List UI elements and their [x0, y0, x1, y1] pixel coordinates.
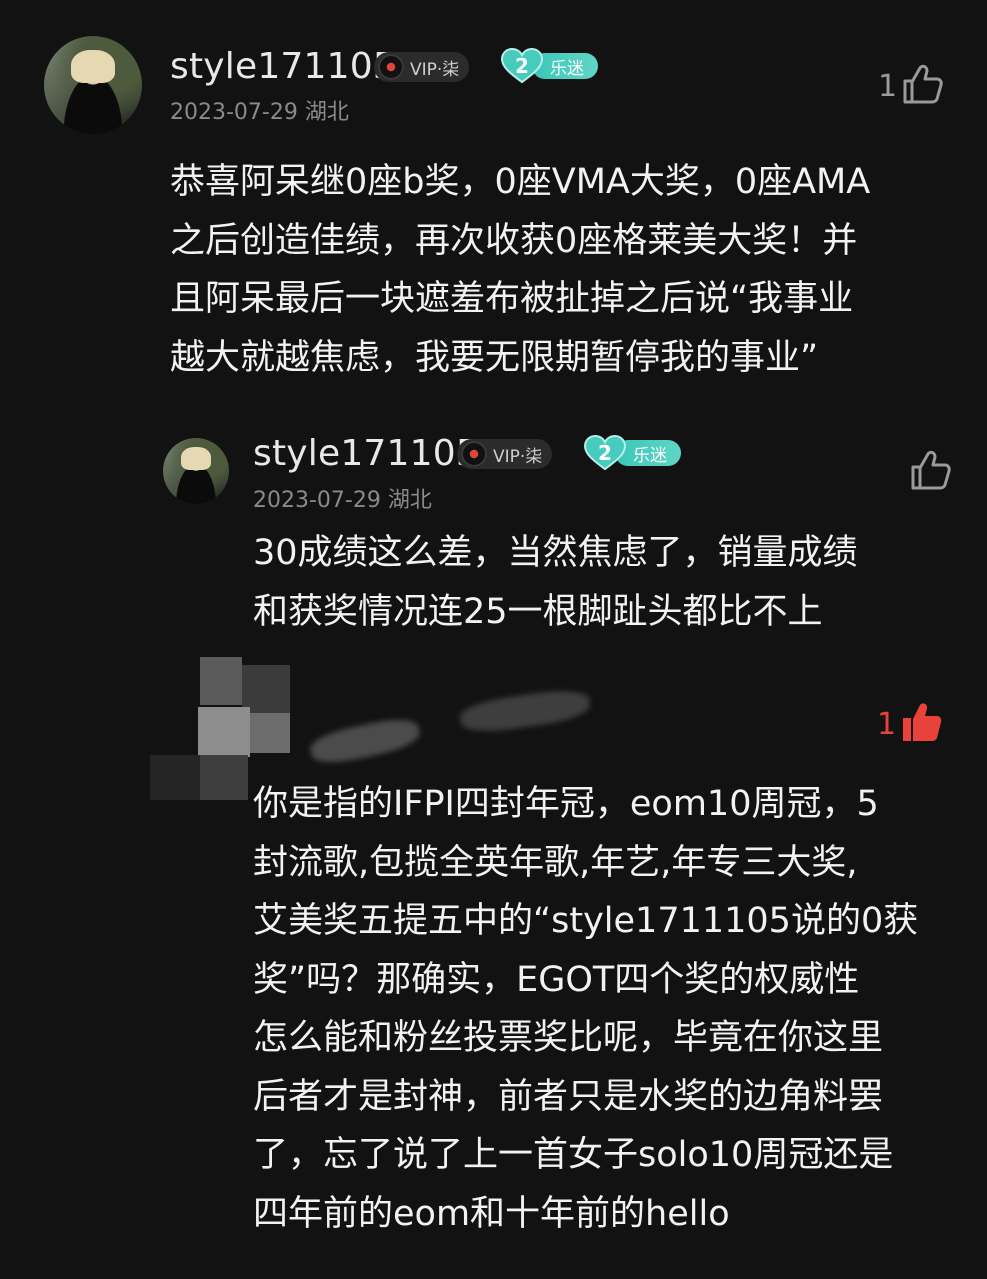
date-location: 2023-07-29 湖北 [170, 100, 349, 125]
comment-text: 恭喜阿呆继0座b奖，0座VMA大奖，0座AMA 之后创造佳绩，再次收获0座格莱美… [170, 153, 870, 387]
comment-line: 四年前的eom和十年前的hello [253, 1193, 730, 1234]
vip-badge: VIP·柒 [457, 439, 553, 469]
comment-line: 奖”吗？那确实，EGOT四个奖的权威性 [253, 959, 860, 1000]
level-badge: 2 乐迷 [500, 48, 598, 84]
comment-line: 30成绩这么差，当然焦虑了，销量成绩 [253, 533, 858, 573]
comment-line: 艾美奖五提五中的“style1711105说的0获 [253, 901, 919, 941]
comment-line: 之后创造佳绩，再次收获0座格莱美大奖！并 [170, 220, 858, 261]
username[interactable]: style171105 [170, 46, 396, 87]
comment-line: 怎么能和粉丝投票奖比呢，毕竟在你这里 [253, 1018, 884, 1058]
heart-level-icon: 2 [500, 48, 544, 84]
redacted-username [300, 686, 600, 770]
comment-line: 越大就越焦虑，我要无限期暂停我的事业” [170, 337, 819, 378]
avatar[interactable] [44, 36, 142, 134]
avatar[interactable] [163, 438, 229, 504]
comment-line: 封流歌,包揽全英年歌,年艺,年专三大奖, [253, 842, 858, 883]
like-button[interactable]: 1 [878, 62, 945, 110]
comment-text: 你是指的IFPI四封年冠，eom10周冠，5 封流歌,包揽全英年歌,年艺,年专三… [253, 775, 918, 1243]
comment-line: 且阿呆最后一块遮羞布被扯掉之后说“我事业 [170, 279, 854, 319]
vinyl-icon [378, 54, 404, 80]
like-count: 1 [878, 68, 898, 104]
thumbs-up-filled-icon [900, 700, 944, 748]
comment-text: 30成绩这么差，当然焦虑了，销量成绩 和获奖情况连25一根脚趾头都比不上 [253, 524, 858, 641]
date-location: 2023-07-29 湖北 [253, 488, 432, 513]
comment-line: 后者才是封神，前者只是水奖的边角料罢 [253, 1076, 884, 1117]
comment-line: 了，忘了说了上一首女子solo10周冠还是 [253, 1135, 894, 1175]
level-badge: 2 乐迷 [583, 435, 681, 471]
vip-label: VIP·柒 [493, 446, 543, 467]
thumbs-up-icon [901, 62, 945, 110]
like-button[interactable] [905, 448, 953, 496]
heart-level-icon: 2 [583, 435, 627, 471]
comment-line: 和获奖情况连25一根脚趾头都比不上 [253, 591, 823, 632]
vip-badge: VIP·柒 [374, 52, 470, 82]
comment-line: 恭喜阿呆继0座b奖，0座VMA大奖，0座AMA [170, 162, 871, 202]
like-button[interactable]: 1 [877, 700, 944, 748]
vip-label: VIP·柒 [410, 59, 460, 80]
vinyl-icon [461, 441, 487, 467]
username[interactable]: style171105 [253, 433, 479, 474]
like-count: 1 [877, 706, 897, 742]
comment-line: 你是指的IFPI四封年冠，eom10周冠，5 [253, 784, 879, 824]
thumbs-up-icon [909, 448, 953, 496]
